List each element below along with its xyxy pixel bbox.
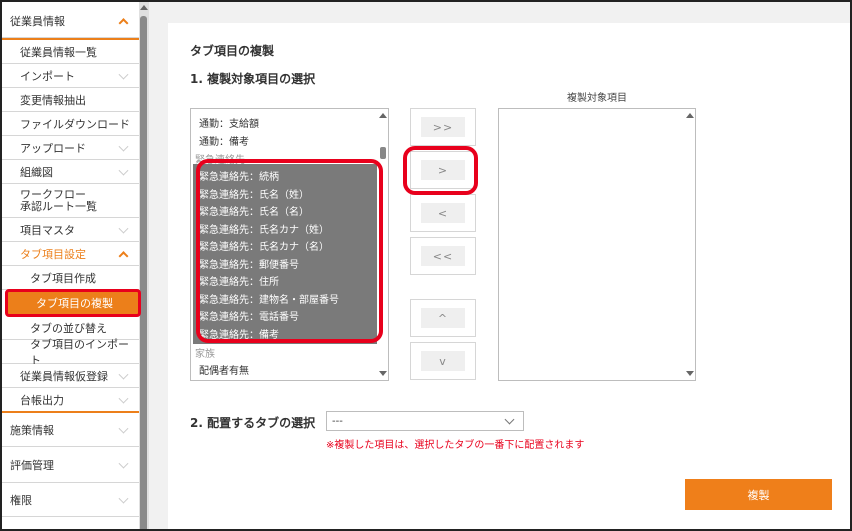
sidebar-item-employee-temp[interactable]: 従業員情報仮登録 <box>2 364 139 388</box>
chevron-up-icon <box>118 250 129 261</box>
button-label: >> <box>421 117 465 137</box>
remove-all-button[interactable]: << <box>410 237 476 275</box>
sidebar-section-permissions[interactable]: 権限 <box>2 483 139 517</box>
list-item-selected[interactable]: 緊急連絡先：氏名（姓） <box>199 186 309 201</box>
section-select-tab-heading: 2. 配置するタブの選択 <box>190 416 316 430</box>
sidebar-item-org-chart[interactable]: 組織図 <box>2 160 139 184</box>
sidebar-item-label: 変更情報抽出 <box>20 93 86 107</box>
sidebar-item-file-download[interactable]: ファイルダウンロード <box>2 112 139 136</box>
scroll-up-arrow-icon[interactable] <box>140 5 148 10</box>
sidebar-item-employee-list[interactable]: 従業員情報一覧 <box>2 40 139 64</box>
placement-note: ※複製した項目は、選択したタブの一番下に配置されます <box>326 440 585 451</box>
page-title: タブ項目の複製 <box>190 44 275 58</box>
add-all-button[interactable]: >> <box>410 108 476 146</box>
sidebar-item-change-extract[interactable]: 変更情報抽出 <box>2 88 139 112</box>
list-item-selected[interactable]: 緊急連絡先：氏名カナ（名） <box>199 238 329 253</box>
sidebar-item-label: 組織図 <box>20 165 53 179</box>
chevron-down-icon <box>118 369 129 380</box>
chevron-down-icon <box>118 493 129 504</box>
source-items-list[interactable]: 通勤：支給額 通勤：備考 緊急連絡先 緊急連絡先：続柄 緊急連絡先：氏名（姓） … <box>190 108 389 381</box>
move-down-button[interactable]: v <box>410 342 476 380</box>
chevron-down-icon <box>504 414 515 425</box>
sidebar-item-label: 従業員情報仮登録 <box>20 369 108 383</box>
sidebar-section-measures[interactable]: 施策情報 <box>2 413 139 447</box>
chevron-down-icon <box>118 69 129 80</box>
sidebar-section-label: 権限 <box>10 493 32 507</box>
sidebar-item-label: タブ項目作成 <box>30 271 96 285</box>
list-group-label: 家族 <box>195 349 215 360</box>
sidebar-scroll-thumb[interactable] <box>140 16 147 529</box>
button-label: > <box>421 160 465 180</box>
app-window: 従業員情報 従業員情報一覧 インポート 変更情報抽出 ファイルダウンロード アッ… <box>0 0 852 531</box>
list-item-selected[interactable]: 緊急連絡先：住所 <box>199 273 279 288</box>
sidebar-item-import[interactable]: インポート <box>2 64 139 88</box>
main-panel: タブ項目の複製 1. 複製対象項目の選択 通勤：支給額 通勤：備考 緊急連絡先 … <box>168 23 850 529</box>
tab-select-value: --- <box>332 415 343 427</box>
sidebar-section-evaluation[interactable]: 評価管理 <box>2 447 139 483</box>
list-item[interactable]: 通勤：支給額 <box>199 115 259 130</box>
list-item-selected[interactable]: 緊急連絡先：電話番号 <box>199 308 299 323</box>
chevron-down-icon <box>118 165 129 176</box>
sidebar-item-ledger-output[interactable]: 台帳出力 <box>2 388 139 412</box>
sidebar-item-tab-item-copy[interactable]: タブ項目の複製 <box>5 289 141 317</box>
sidebar-section-label: 施策情報 <box>10 423 54 437</box>
sidebar-item-label: タブ項目のインポート <box>30 337 129 367</box>
sidebar-item-label: タブの並び替え <box>30 321 107 335</box>
workflow-label-line2: 承認ルート一覧 <box>20 199 97 213</box>
sidebar-item-label: ファイルダウンロード <box>20 117 130 131</box>
sidebar-item-tab-item-create[interactable]: タブ項目作成 <box>2 266 139 290</box>
sidebar-item-item-master[interactable]: 項目マスタ <box>2 218 139 242</box>
copy-button[interactable]: 複製 <box>685 479 832 510</box>
section-select-items-heading: 1. 複製対象項目の選択 <box>190 72 316 86</box>
scroll-up-arrow-icon[interactable] <box>686 113 694 118</box>
sidebar-item-tab-item-import[interactable]: タブ項目のインポート <box>2 338 139 367</box>
chevron-down-icon: v <box>421 351 465 371</box>
target-list-scrollbar[interactable] <box>685 109 695 380</box>
sidebar-section-label: 従業員情報 <box>10 14 65 28</box>
list-item-selected[interactable]: 緊急連絡先：郵便番号 <box>199 256 299 271</box>
list-item-selected[interactable]: 緊急連絡先：氏名（名） <box>199 203 309 218</box>
list-item-selected[interactable]: 緊急連絡先：備考 <box>199 326 279 341</box>
target-items-list[interactable] <box>498 108 696 381</box>
list-item-selected[interactable]: 緊急連絡先：建物名・部屋番号 <box>199 291 339 306</box>
sidebar-section-employee-info[interactable]: 従業員情報 <box>2 4 139 38</box>
chevron-down-icon <box>118 423 129 434</box>
sidebar-item-label: インポート <box>20 69 75 83</box>
sidebar-item-label: 項目マスタ <box>20 223 75 237</box>
chevron-up-icon: ^ <box>421 308 465 328</box>
button-label: << <box>421 246 465 266</box>
chevron-down-icon <box>118 393 129 404</box>
chevron-down-icon <box>118 458 129 469</box>
scroll-down-arrow-icon[interactable] <box>686 371 694 376</box>
sidebar-item-tab-item-settings[interactable]: タブ項目設定 <box>2 242 139 266</box>
sidebar-item-label: タブ項目設定 <box>20 247 86 261</box>
chevron-up-icon <box>118 17 129 28</box>
sidebar-item-upload[interactable]: アップロード <box>2 136 139 160</box>
list-item[interactable]: 配偶者有無 <box>199 362 249 377</box>
source-list-scrollbar[interactable] <box>378 109 388 380</box>
list-item-selected[interactable]: 緊急連絡先：続柄 <box>199 168 279 183</box>
list-item[interactable]: 通勤：備考 <box>199 133 249 148</box>
sidebar-section-label: 評価管理 <box>10 458 54 472</box>
sidebar-item-label: 従業員情報一覧 <box>20 45 97 59</box>
button-label: < <box>421 203 465 223</box>
tab-select[interactable]: --- <box>326 411 524 431</box>
scroll-down-arrow-icon[interactable] <box>379 371 387 376</box>
chevron-down-icon <box>118 141 129 152</box>
scroll-up-arrow-icon[interactable] <box>379 113 387 118</box>
chevron-down-icon <box>118 223 129 234</box>
list-item-selected[interactable]: 緊急連絡先：氏名カナ（姓） <box>199 221 329 236</box>
target-list-header: 複製対象項目 <box>567 93 627 104</box>
sidebar-item-workflow[interactable]: ワークフロー 承認ルート一覧 <box>2 184 139 218</box>
remove-button[interactable]: < <box>410 194 476 232</box>
move-up-button[interactable]: ^ <box>410 299 476 337</box>
scroll-thumb[interactable] <box>380 147 386 159</box>
add-button[interactable]: > <box>410 151 476 189</box>
sidebar-item-label: 台帳出力 <box>20 393 64 407</box>
sidebar-item-label: タブ項目の複製 <box>36 297 113 310</box>
sidebar-item-label: ワークフロー 承認ルート一覧 <box>20 188 97 213</box>
sidebar-item-label: アップロード <box>20 141 86 155</box>
sidebar: 従業員情報 従業員情報一覧 インポート 変更情報抽出 ファイルダウンロード アッ… <box>2 2 141 529</box>
